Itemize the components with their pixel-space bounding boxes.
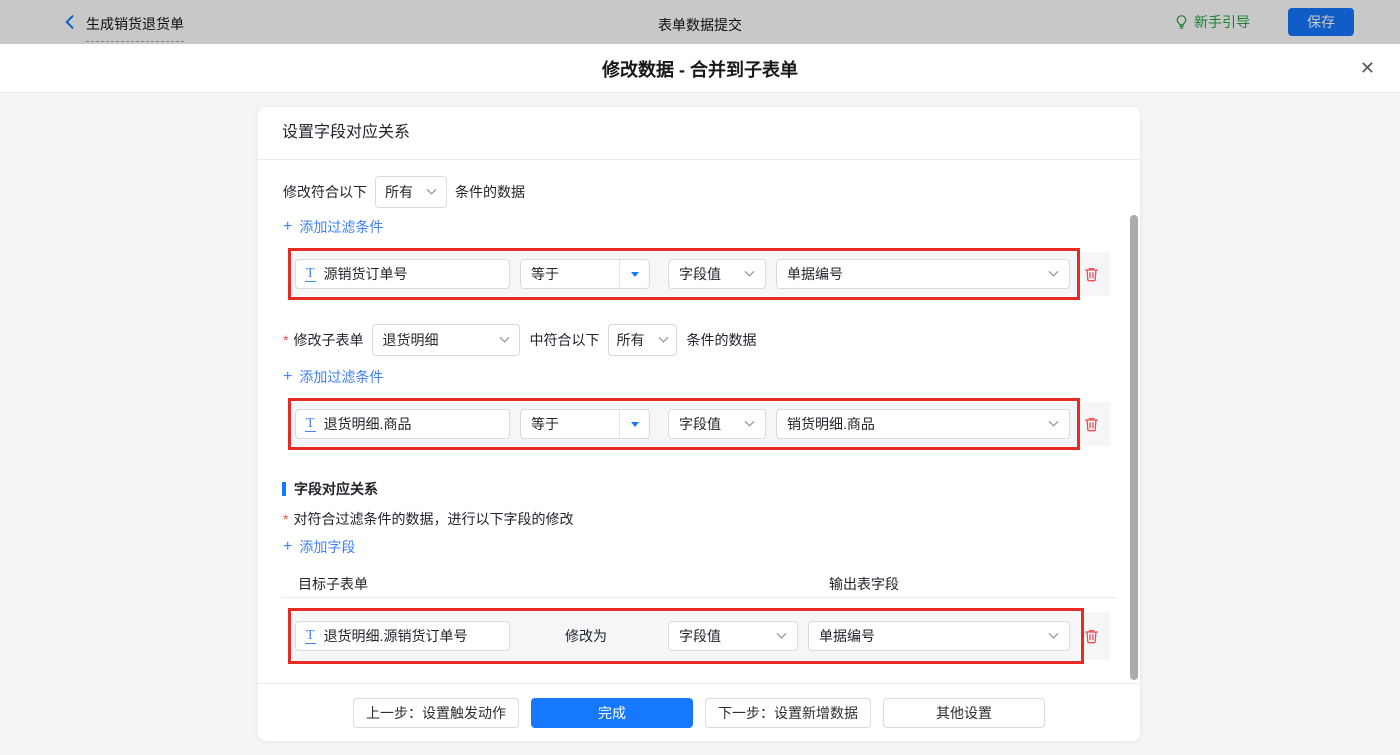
filter1-condition-line: 修改符合以下 所有 条件的数据 [283, 176, 525, 208]
filter2-condition-row: T 退货明细.商品 等于 字段值 销货明细.商品 [290, 402, 1110, 446]
filter1-value-select[interactable]: 单据编号 [776, 259, 1070, 289]
mapping-desc-line: * 对符合过滤条件的数据，进行以下字段的修改 [283, 509, 573, 529]
column-divider [282, 597, 1116, 598]
add-filter-condition-link-1[interactable]: + 添加过滤条件 [283, 217, 383, 237]
chevron-down-icon [1048, 421, 1059, 427]
caret-down-icon [630, 271, 639, 277]
section-title: 字段对应关系 [294, 481, 378, 497]
mapping-row: T 退货明细.源销货订单号 修改为 字段值 单据编号 [290, 612, 1110, 660]
lightbulb-icon [1176, 15, 1187, 29]
modal-body: 设置字段对应关系 修改符合以下 所有 条件的数据 + 添加过滤条件 T 源销货订… [0, 93, 1400, 755]
plus-icon: + [283, 538, 293, 555]
save-button[interactable]: 保存 [1288, 8, 1354, 36]
column-header-target-subform: 目标子表单 [298, 576, 368, 592]
filter2-condition-line: * 修改子表单 退货明细 中符合以下 所有 条件的数据 [283, 324, 756, 356]
add-filter-condition-link-2[interactable]: + 添加过滤条件 [283, 367, 383, 387]
newbie-guide-link[interactable]: 新手引导 [1174, 12, 1250, 32]
filter2-mid: 中符合以下 [529, 332, 600, 348]
filter1-operator-select[interactable]: 等于 [520, 259, 650, 289]
chevron-down-icon [426, 189, 437, 195]
text-field-icon: T [305, 265, 316, 282]
operator-caret-zone[interactable] [619, 260, 649, 288]
plus-icon: + [283, 218, 293, 235]
top-bar: 生成销货退货单 表单数据提交 新手引导 保存 [0, 0, 1400, 44]
prev-step-button[interactable]: 上一步：设置触发动作 [353, 697, 519, 728]
filter2-label: 修改子表单 [293, 332, 364, 348]
delete-condition-icon[interactable] [1083, 265, 1100, 283]
required-mark: * [283, 332, 289, 348]
filter1-prefix: 修改符合以下 [283, 184, 367, 200]
newbie-guide-label: 新手引导 [1194, 14, 1250, 30]
back-button[interactable] [62, 14, 78, 30]
close-icon[interactable]: ✕ [1360, 56, 1375, 80]
column-header-output-field: 输出表字段 [829, 576, 899, 592]
filter1-condition-row: T 源销货订单号 等于 字段值 单据编号 [290, 252, 1110, 296]
chevron-down-icon [1048, 633, 1059, 639]
add-field-link[interactable]: + 添加字段 [283, 537, 355, 557]
screen: 生成销货退货单 表单数据提交 新手引导 保存 修改数据 - 合并到子表单 ✕ 设… [0, 0, 1400, 755]
chevron-down-icon [659, 337, 669, 343]
filter2-suffix: 条件的数据 [686, 332, 757, 348]
workflow-name[interactable]: 生成销货退货单 [86, 14, 184, 42]
filter1-match-mode-select[interactable]: 所有 [375, 176, 447, 208]
filter2-value-select[interactable]: 销货明细.商品 [776, 409, 1070, 439]
required-mark: * [283, 511, 289, 527]
filter2-field-input[interactable]: T 退货明细.商品 [295, 409, 510, 439]
filter1-value-type-select[interactable]: 字段值 [668, 259, 766, 289]
card-header: 设置字段对应关系 [258, 107, 1140, 160]
done-button[interactable]: 完成 [531, 697, 693, 728]
topbar-actions: 新手引导 保存 [1174, 0, 1354, 44]
chevron-down-icon [1048, 271, 1059, 277]
chevron-left-icon [65, 15, 74, 29]
next-step-button[interactable]: 下一步：设置新增数据 [705, 697, 871, 728]
text-field-icon: T [305, 415, 316, 432]
caret-down-icon [630, 421, 639, 427]
filter2-subform-select[interactable]: 退货明细 [372, 324, 521, 356]
mapping-field-input[interactable]: T 退货明细.源销货订单号 [295, 621, 510, 651]
chevron-down-icon [744, 421, 755, 427]
mapping-desc: 对符合过滤条件的数据，进行以下字段的修改 [293, 511, 574, 527]
mapping-middle-label: 修改为 [565, 628, 607, 644]
section-bar [282, 482, 286, 496]
filter2-value-type-select[interactable]: 字段值 [668, 409, 766, 439]
modal-header: 修改数据 - 合并到子表单 ✕ [0, 44, 1400, 93]
filter1-field-input[interactable]: T 源销货订单号 [295, 259, 510, 289]
mapping-value-select[interactable]: 单据编号 [808, 621, 1070, 651]
other-settings-button[interactable]: 其他设置 [883, 697, 1045, 728]
delete-condition-icon[interactable] [1083, 415, 1100, 433]
settings-card: 设置字段对应关系 修改符合以下 所有 条件的数据 + 添加过滤条件 T 源销货订… [258, 107, 1140, 741]
text-field-icon: T [305, 627, 316, 644]
operator-caret-zone[interactable] [619, 410, 649, 438]
filter2-match-mode-select[interactable]: 所有 [608, 324, 678, 356]
chevron-down-icon [744, 271, 755, 277]
plus-icon: + [283, 368, 293, 385]
filter1-suffix: 条件的数据 [455, 184, 525, 200]
filter2-operator-select[interactable]: 等于 [520, 409, 650, 439]
field-mapping-section-header: 字段对应关系 [282, 479, 378, 499]
scrollbar-thumb[interactable] [1130, 215, 1138, 680]
delete-mapping-icon[interactable] [1083, 627, 1100, 645]
modal-title: 修改数据 - 合并到子表单 [602, 60, 798, 80]
mapping-value-type-select[interactable]: 字段值 [668, 621, 798, 651]
chevron-down-icon [500, 337, 510, 343]
card-footer: 上一步：设置触发动作 完成 下一步：设置新增数据 其他设置 [258, 683, 1140, 741]
page-title: 表单数据提交 [658, 17, 742, 33]
chevron-down-icon [776, 633, 787, 639]
